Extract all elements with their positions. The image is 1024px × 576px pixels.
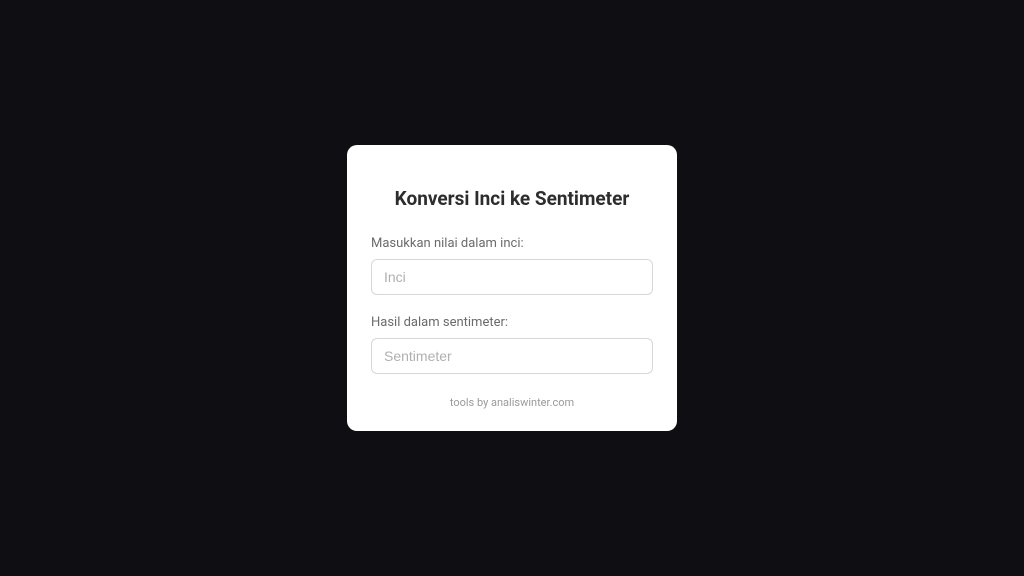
- footer-credit: tools by analiswinter.com: [371, 396, 653, 409]
- inches-input[interactable]: [371, 259, 653, 295]
- inches-label: Masukkan nilai dalam inci:: [371, 236, 653, 251]
- centimeters-input[interactable]: [371, 338, 653, 374]
- centimeters-label: Hasil dalam sentimeter:: [371, 315, 653, 330]
- card-title: Konversi Inci ke Sentimeter: [371, 187, 653, 210]
- converter-card: Konversi Inci ke Sentimeter Masukkan nil…: [347, 145, 677, 431]
